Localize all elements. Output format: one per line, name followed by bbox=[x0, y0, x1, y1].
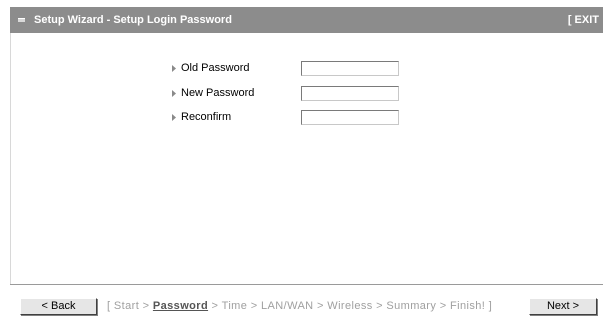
title-bar: Setup Wizard - Setup Login Password [ EX… bbox=[10, 7, 603, 33]
new-password-row: New Password bbox=[171, 86, 411, 102]
steps-open-bracket: [ bbox=[107, 300, 114, 312]
old-password-field[interactable] bbox=[301, 61, 399, 76]
triangle-right-icon bbox=[172, 65, 176, 72]
content-area: Old Password New Password Reconfirm bbox=[10, 33, 603, 284]
step-separator: > bbox=[372, 300, 387, 312]
new-password-field[interactable] bbox=[301, 86, 399, 101]
wizard-footer: < Back [ Start > Password > Time > LAN/W… bbox=[10, 285, 603, 322]
window-title: Setup Wizard - Setup Login Password bbox=[34, 14, 232, 26]
exit-link[interactable]: [ EXIT bbox=[568, 14, 599, 26]
reconfirm-field[interactable] bbox=[301, 110, 399, 125]
step-separator: > bbox=[139, 300, 153, 312]
old-password-label: Old Password bbox=[181, 62, 250, 74]
top-strip bbox=[0, 0, 603, 7]
step-separator: > bbox=[313, 300, 328, 312]
step-password: Password bbox=[152, 300, 209, 312]
bullet-icon bbox=[18, 18, 25, 22]
old-password-row: Old Password bbox=[171, 61, 411, 77]
wizard-window: Setup Wizard - Setup Login Password [ EX… bbox=[0, 0, 603, 322]
step-separator: > bbox=[247, 300, 262, 312]
step-summary: Summary bbox=[386, 300, 437, 312]
reconfirm-row: Reconfirm bbox=[171, 110, 411, 126]
step-finish: Finish! bbox=[450, 300, 486, 312]
back-button[interactable]: < Back bbox=[20, 298, 97, 315]
next-button[interactable]: Next > bbox=[529, 298, 597, 315]
step-separator: > bbox=[436, 300, 451, 312]
step-separator: > bbox=[208, 300, 222, 312]
step-lanwan: LAN/WAN bbox=[261, 300, 314, 312]
reconfirm-label: Reconfirm bbox=[181, 111, 232, 123]
steps-close-bracket: ] bbox=[485, 300, 493, 312]
new-password-label: New Password bbox=[181, 87, 255, 99]
step-wireless: Wireless bbox=[327, 300, 373, 312]
triangle-right-icon bbox=[172, 114, 176, 121]
triangle-right-icon bbox=[172, 90, 176, 97]
step-time: Time bbox=[221, 300, 248, 312]
step-start: Start bbox=[113, 300, 140, 312]
wizard-steps: [ Start > Password > Time > LAN/WAN > Wi… bbox=[107, 300, 492, 312]
